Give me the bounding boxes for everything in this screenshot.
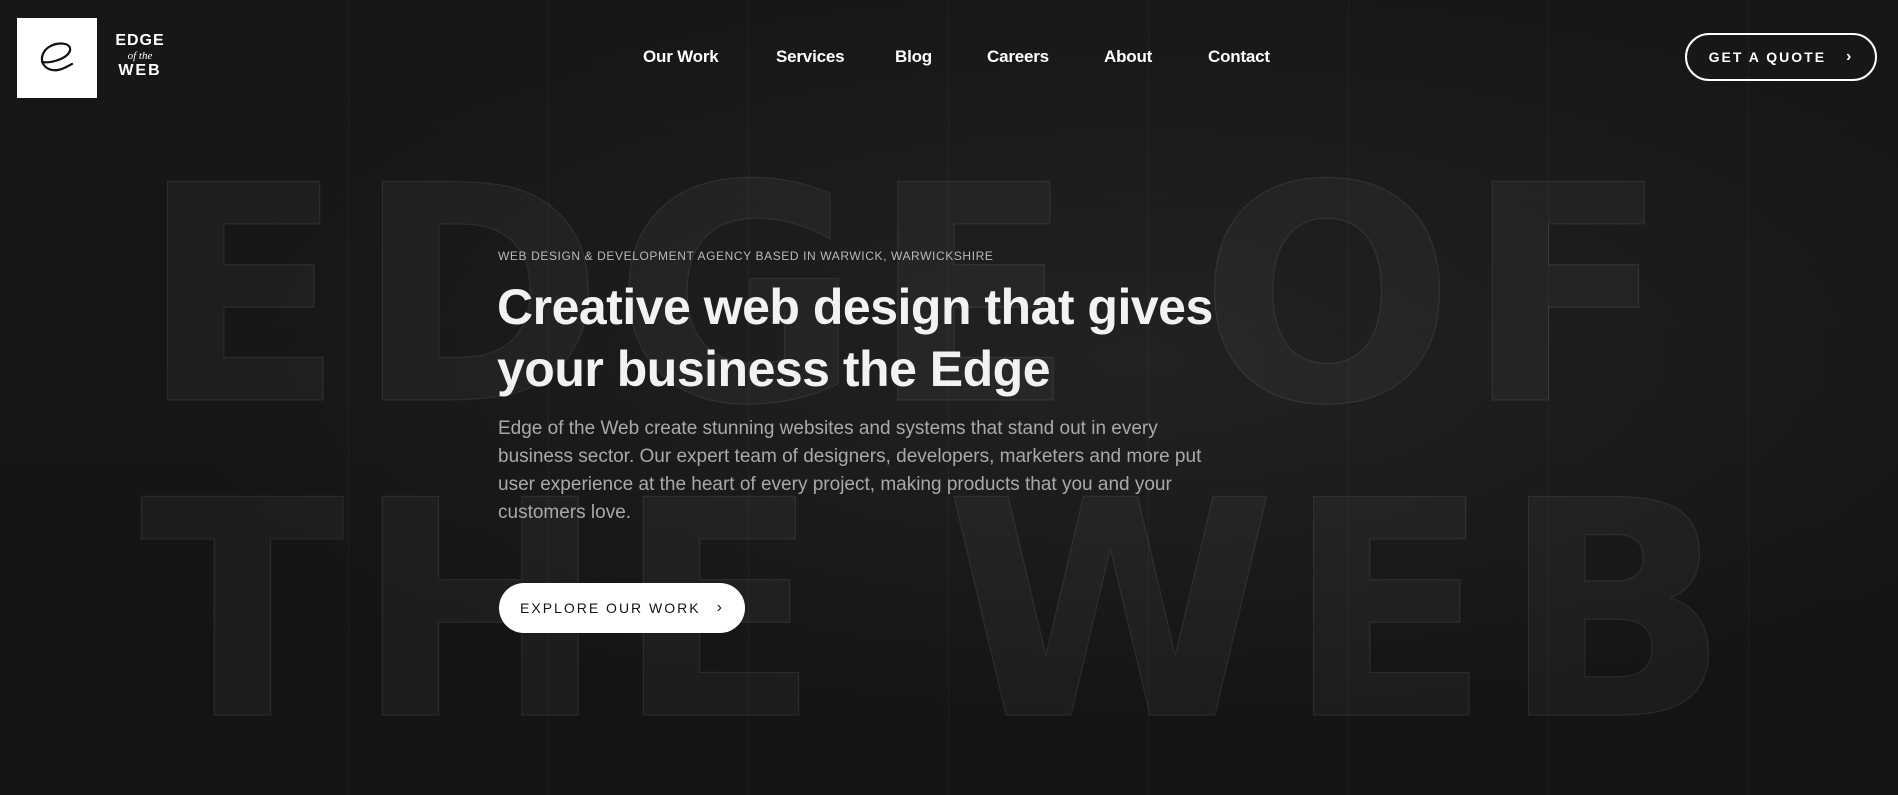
chevron-right-icon: › <box>1846 48 1854 65</box>
grid-line <box>1548 0 1549 795</box>
hero-headline: Creative web design that gives your busi… <box>497 276 1237 400</box>
chevron-right-icon: › <box>716 599 724 616</box>
grid-line <box>1348 0 1349 795</box>
grid-line <box>348 0 349 795</box>
nav-item-blog[interactable]: Blog <box>895 47 932 67</box>
hero-headline-line: your business the Edge <box>497 341 1051 397</box>
nav-item-our-work[interactable]: Our Work <box>643 47 719 67</box>
nav-item-careers[interactable]: Careers <box>987 47 1049 67</box>
hero-headline-line: Creative web design that gives <box>497 279 1213 335</box>
get-a-quote-button[interactable]: GET A QUOTE › <box>1685 33 1877 81</box>
nav-item-about[interactable]: About <box>1104 47 1152 67</box>
main-nav: Our Work Services Blog Careers About Con… <box>0 47 1898 67</box>
hero-body: Edge of the Web create stunning websites… <box>498 418 1202 523</box>
hero-eyebrow: WEB DESIGN & DEVELOPMENT AGENCY BASED IN… <box>498 249 994 263</box>
explore-our-work-button[interactable]: EXPLORE OUR WORK › <box>499 583 745 633</box>
hero-section: EDGE OF THE WEB EDGE of the WEB Our Work… <box>0 0 1898 795</box>
explore-our-work-label: EXPLORE OUR WORK <box>520 600 701 616</box>
nav-item-contact[interactable]: Contact <box>1208 47 1270 67</box>
grid-line <box>1748 0 1749 795</box>
nav-item-services[interactable]: Services <box>776 47 845 67</box>
get-a-quote-label: GET A QUOTE <box>1708 49 1827 65</box>
